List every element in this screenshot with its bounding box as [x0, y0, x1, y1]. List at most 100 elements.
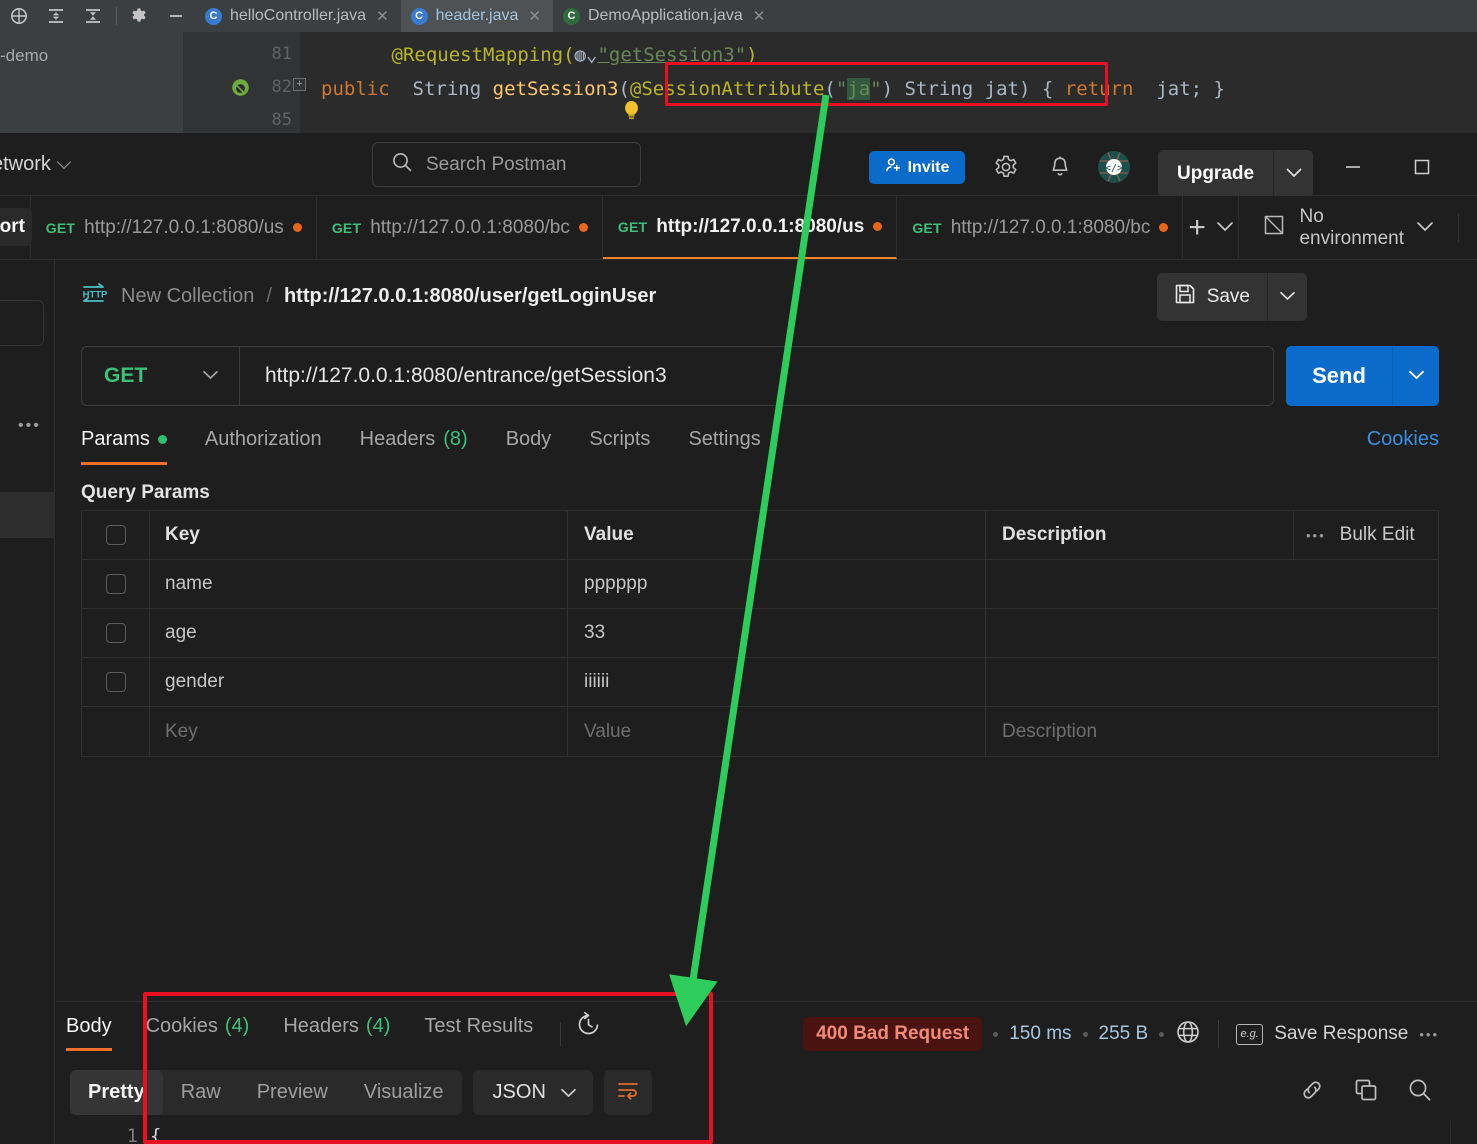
history-icon[interactable]: [0, 0, 37, 32]
upgrade-button-group[interactable]: Upgrade: [1158, 150, 1314, 197]
copy-icon[interactable]: [1353, 1077, 1379, 1108]
window-maximize-button[interactable]: [1400, 150, 1444, 184]
user-avatar-icon[interactable]: </>: [1097, 150, 1131, 184]
response-tab-body[interactable]: Body: [66, 1015, 129, 1051]
search-icon[interactable]: [1407, 1077, 1433, 1108]
status-badge[interactable]: 400 Bad Request: [803, 1017, 983, 1051]
globe-icon[interactable]: [1175, 1019, 1201, 1050]
more-actions-icon[interactable]: •••: [1306, 528, 1326, 543]
expand-all-icon[interactable]: [37, 0, 74, 32]
row-value-cell[interactable]: pppppp: [568, 560, 986, 608]
row-select-cell[interactable]: [82, 609, 150, 657]
row-key-cell[interactable]: gender: [150, 658, 568, 706]
row-description-cell[interactable]: [986, 560, 1438, 608]
table-row[interactable]: name pppppp: [82, 560, 1438, 609]
breadcrumb-current-request[interactable]: http://127.0.0.1:8080/user/getLoginUser: [284, 285, 656, 308]
send-button[interactable]: Send: [1286, 346, 1392, 406]
table-row[interactable]: age 33: [82, 609, 1438, 658]
url-input[interactable]: http://127.0.0.1:8080/entrance/getSessio…: [240, 347, 1273, 405]
save-button-group[interactable]: Save: [1156, 273, 1307, 321]
save-button[interactable]: Save: [1156, 273, 1267, 321]
breadcrumb-collection[interactable]: New Collection: [121, 285, 254, 308]
row-checkbox[interactable]: [105, 623, 126, 643]
link-icon[interactable]: [1299, 1077, 1325, 1108]
send-button-group[interactable]: Send: [1286, 346, 1439, 406]
row-select-cell[interactable]: [82, 560, 150, 608]
row-select-cell[interactable]: [82, 658, 150, 706]
tab-settings[interactable]: Settings: [669, 428, 779, 465]
ide-tab-header[interactable]: C header.java ✕: [400, 0, 553, 32]
row-value-cell[interactable]: iiiiii: [568, 658, 986, 706]
select-all-cell[interactable]: [82, 511, 150, 559]
ide-tab-demoapplication[interactable]: C DemoApplication.java ✕: [553, 0, 777, 32]
row-checkbox[interactable]: [105, 672, 126, 692]
select-all-checkbox[interactable]: [105, 525, 126, 545]
minimize-icon[interactable]: [158, 0, 195, 32]
sidebar-collection-card[interactable]: [0, 300, 44, 346]
search-input[interactable]: Search Postman: [372, 142, 641, 187]
settings-gear-icon[interactable]: [989, 150, 1023, 184]
settings-gear-icon[interactable]: [121, 0, 158, 32]
intention-bulb-icon[interactable]: [623, 100, 639, 120]
tab-params[interactable]: Params: [81, 428, 186, 465]
row-checkbox[interactable]: [105, 574, 126, 594]
example-icon[interactable]: e.g.: [1236, 1023, 1264, 1045]
response-scrollbar[interactable]: [1450, 1121, 1451, 1144]
method-selector[interactable]: GET: [82, 347, 240, 405]
row-select-cell: [82, 707, 150, 756]
upgrade-button[interactable]: Upgrade: [1158, 150, 1274, 197]
tab-list-button[interactable]: [1211, 196, 1239, 259]
save-response-button[interactable]: Save Response: [1274, 1023, 1408, 1045]
spring-bean-gutter-icon[interactable]: [231, 78, 250, 102]
sidebar-selected-item[interactable]: [0, 492, 55, 538]
row-key-cell[interactable]: age: [150, 609, 568, 657]
row-value-cell[interactable]: 33: [568, 609, 986, 657]
environment-selector[interactable]: No environment: [1238, 196, 1477, 259]
ide-tab-hellocontroller[interactable]: C helloController.java ✕: [195, 0, 401, 32]
new-value-cell[interactable]: Value: [568, 707, 986, 756]
new-tab-button[interactable]: +: [1183, 196, 1211, 259]
request-tab-2[interactable]: GET http://127.0.0.1:8080/bc: [317, 196, 603, 259]
sidebar: •••: [0, 260, 55, 1144]
tab-authorization[interactable]: Authorization: [186, 428, 341, 465]
chevron-down-icon: [1286, 165, 1302, 183]
row-description-cell[interactable]: [986, 658, 1438, 706]
response-time[interactable]: 150 ms: [1009, 1023, 1071, 1045]
request-tab-4[interactable]: GET http://127.0.0.1:8080/bc: [897, 196, 1184, 259]
import-button[interactable]: port: [0, 208, 32, 246]
web-endpoint-gutter-icon[interactable]: ◍⌄: [575, 44, 598, 66]
fold-expand-icon[interactable]: +: [293, 78, 306, 91]
invite-button[interactable]: Invite: [869, 151, 965, 184]
tab-body[interactable]: Body: [487, 428, 571, 465]
bulk-edit-label[interactable]: Bulk Edit: [1340, 524, 1415, 546]
tab-headers[interactable]: Headers (8): [341, 428, 487, 465]
close-icon[interactable]: ✕: [376, 7, 389, 25]
upgrade-dropdown-button[interactable]: [1273, 150, 1314, 197]
value-placeholder: Value: [584, 720, 632, 742]
tab-scripts[interactable]: Scripts: [570, 428, 669, 465]
ide-editor[interactable]: 81 82 85 + @RequestMapping(◍⌄"getSession…: [183, 32, 1477, 133]
row-description-cell[interactable]: [986, 609, 1438, 657]
url-input-group[interactable]: GET http://127.0.0.1:8080/entrance/getSe…: [81, 346, 1274, 406]
notifications-bell-icon[interactable]: [1043, 150, 1077, 184]
new-description-cell[interactable]: Description: [986, 707, 1438, 756]
sidebar-more-actions[interactable]: •••: [18, 417, 41, 435]
table-row[interactable]: gender iiiiii: [82, 658, 1438, 707]
request-tab-3[interactable]: GET http://127.0.0.1:8080/us: [602, 196, 898, 259]
table-placeholder-row[interactable]: Key Value Description: [82, 707, 1438, 756]
send-options-button[interactable]: [1392, 346, 1439, 406]
save-options-button[interactable]: [1267, 273, 1307, 321]
row-key-cell[interactable]: name: [150, 560, 568, 608]
close-icon[interactable]: ✕: [753, 7, 766, 25]
new-key-cell[interactable]: Key: [150, 707, 568, 756]
response-more-actions-icon[interactable]: •••: [1419, 1027, 1439, 1042]
bulk-edit-cell[interactable]: ••• Bulk Edit: [1293, 511, 1438, 559]
cookies-link[interactable]: Cookies: [1367, 428, 1439, 451]
request-tab-1[interactable]: GET http://127.0.0.1:8080/us: [31, 196, 317, 259]
chevron-down-icon: [1279, 288, 1296, 306]
close-icon[interactable]: ✕: [528, 7, 541, 25]
window-minimize-button[interactable]: [1331, 150, 1375, 184]
collapse-all-icon[interactable]: [74, 0, 111, 32]
workspace-selector[interactable]: etwork: [0, 153, 71, 176]
response-size[interactable]: 255 B: [1099, 1023, 1149, 1045]
